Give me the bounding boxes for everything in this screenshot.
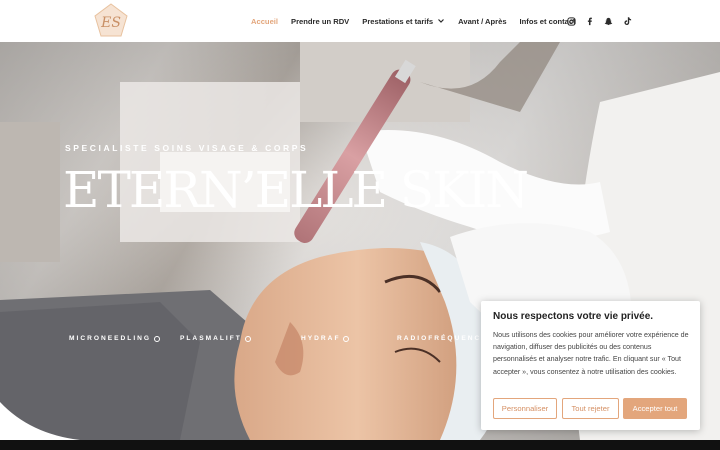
nav-item-prendre-rdv[interactable]: Prendre un RDV [291,17,349,26]
info-circle-icon [244,335,251,342]
site-logo[interactable]: ES [92,2,130,38]
cookie-title: Nous respectons votre vie privée. [493,311,654,322]
instagram-icon[interactable] [565,15,577,27]
snapchat-icon[interactable] [602,15,614,27]
hero-title: ETERN’ELLE SKIN [63,161,529,219]
tiktok-icon[interactable] [621,15,633,27]
hero-kicker: SPECIALISTE SOINS VISAGE & CORPS [65,143,309,153]
service-link-hydraf[interactable]: HYDRAF [301,335,350,342]
cookie-description: Nous utilisons des cookies pour améliore… [493,331,689,376]
info-circle-icon [343,335,350,342]
customize-button[interactable]: Personnaliser [493,398,557,419]
service-link-plasmalift[interactable]: PLASMALIFT [180,335,251,342]
facebook-icon[interactable] [583,15,595,27]
service-link-radiofrequence[interactable]: RADIOFRÉQUENCE [397,335,488,342]
reject-all-button[interactable]: Tout rejeter [562,398,619,419]
footer-strip [0,440,720,450]
site-header: ES Accueil Prendre un RDV Prestations et… [0,0,720,42]
nav-item-avant-apres[interactable]: Avant / Après [458,17,506,26]
chevron-down-icon [438,19,445,23]
main-nav: Accueil Prendre un RDV Prestations et ta… [251,0,589,42]
nav-item-prestations[interactable]: Prestations et tarifs [362,17,445,26]
svg-text:ES: ES [100,15,121,31]
service-link-microneedling[interactable]: MICRONEEDLING [69,335,161,342]
cookie-consent-dialog: Nous respectons votre vie privée. Nous u… [481,301,700,430]
accept-all-button[interactable]: Accepter tout [623,398,687,419]
nav-item-accueil[interactable]: Accueil [251,17,278,26]
info-circle-icon [154,335,161,342]
